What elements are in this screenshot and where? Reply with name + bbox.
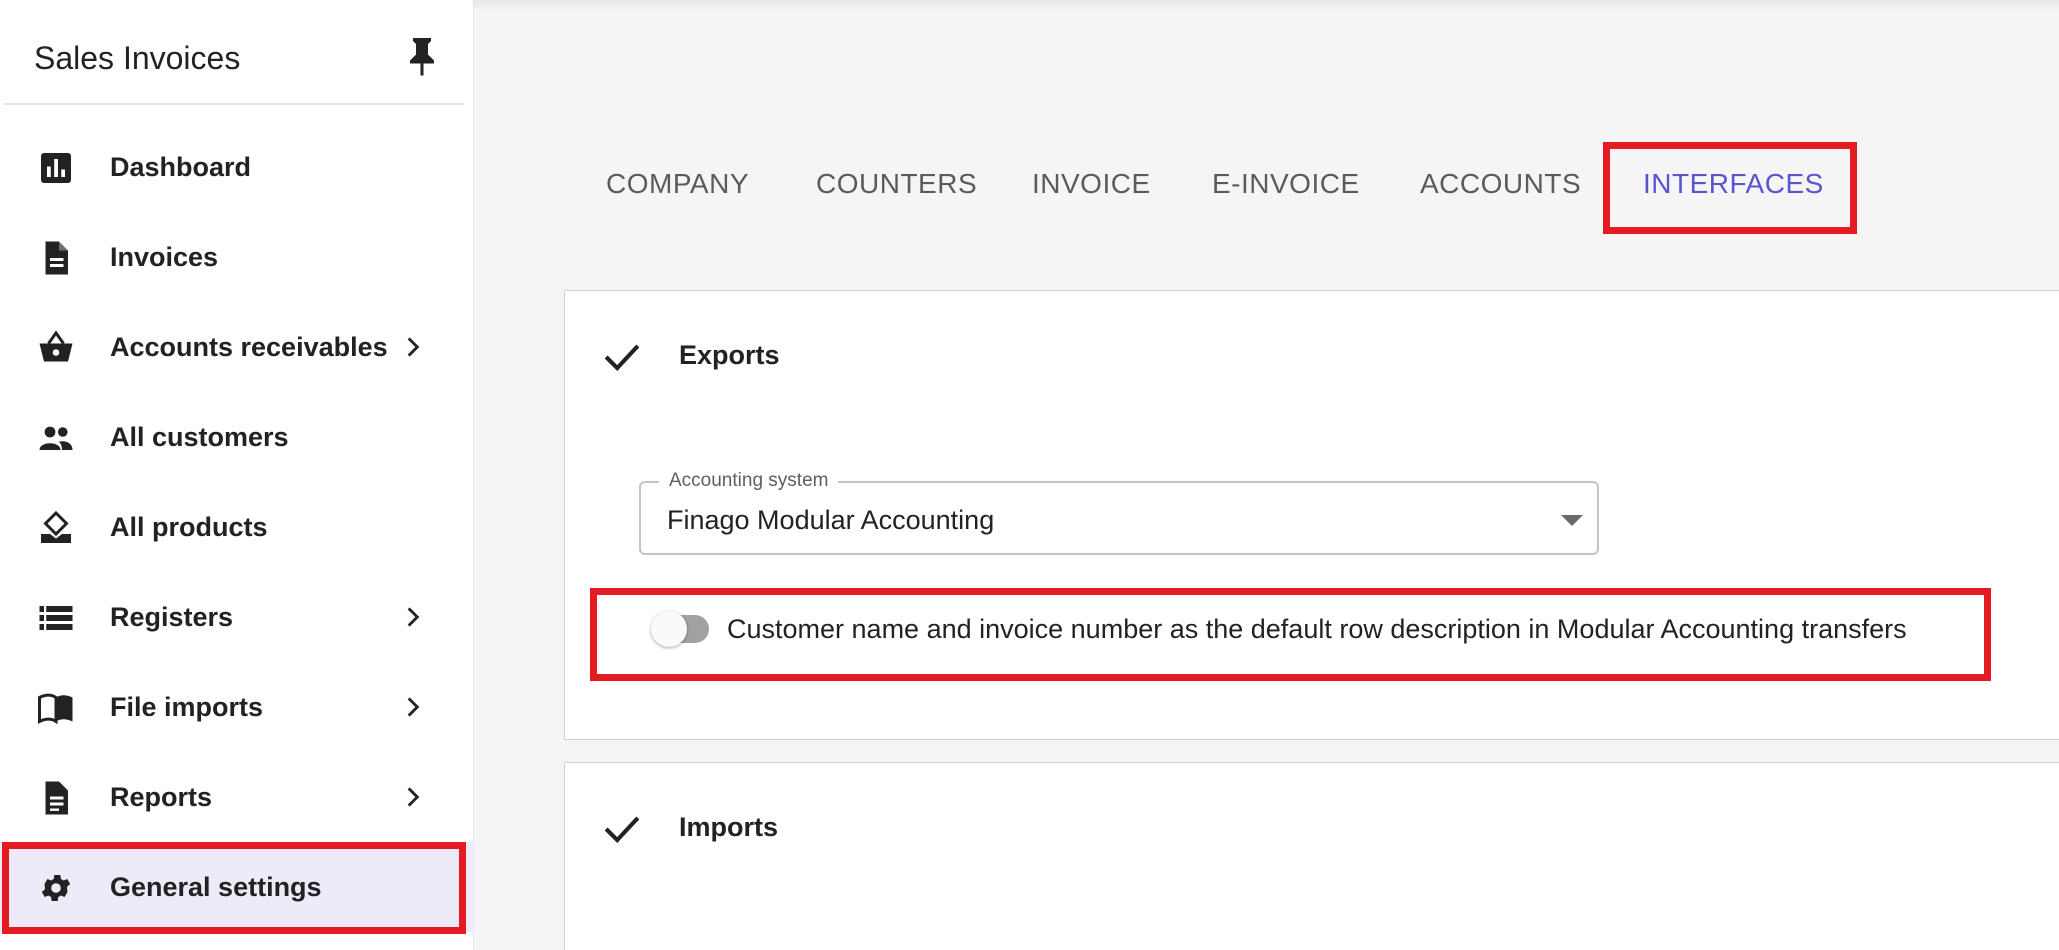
product-icon: [41, 510, 71, 543]
tab-counters[interactable]: COUNTERS: [816, 168, 977, 200]
settings-tabs: COMPANY COUNTERS INVOICE E-INVOICE ACCOU…: [560, 140, 2020, 230]
sidebar-item-dashboard[interactable]: Dashboard: [0, 122, 474, 212]
pin-icon[interactable]: [404, 34, 440, 78]
row-description-toggle[interactable]: [651, 611, 709, 647]
imports-title: Imports: [679, 812, 779, 842]
accounting-system-select[interactable]: Accounting system Finago Modular Account…: [639, 470, 1599, 555]
tab-interfaces[interactable]: INTERFACES: [1643, 168, 1824, 200]
sidebar-item-label: Accounts receivables: [110, 332, 388, 362]
tab-accounts[interactable]: ACCOUNTS: [1420, 168, 1581, 200]
people-icon: [39, 426, 73, 450]
dropdown-arrow-icon: [1561, 515, 1583, 526]
sidebar-item-label: General settings: [110, 872, 322, 902]
sidebar-item-accounts-receivables[interactable]: Accounts receivables: [0, 302, 474, 392]
sidebar-item-registers[interactable]: Registers: [0, 572, 474, 662]
sidebar-item-general-settings[interactable]: General settings: [0, 842, 474, 932]
tab-e-invoice[interactable]: E-INVOICE: [1212, 168, 1360, 200]
sidebar-item-label: All customers: [110, 422, 289, 452]
chevron-right-icon: [407, 337, 420, 357]
exports-title: Exports: [679, 340, 780, 370]
sidebar-item-label: All products: [110, 512, 268, 542]
tab-invoice[interactable]: INVOICE: [1032, 168, 1151, 200]
sidebar-item-invoices[interactable]: Invoices: [0, 212, 474, 302]
tab-company[interactable]: COMPANY: [606, 168, 749, 200]
row-description-toggle-row: Customer name and invoice number as the …: [635, 601, 2025, 651]
sidebar-item-all-products[interactable]: All products: [0, 482, 474, 572]
basket-icon: [39, 330, 73, 362]
sidebar-item-label: Reports: [110, 782, 213, 812]
check-icon: [604, 816, 640, 844]
app-window: Sales Invoices Dashboard Invoices Accoun…: [0, 0, 2059, 950]
chevron-right-icon: [407, 697, 420, 717]
sidebar-item-label: Registers: [110, 602, 234, 632]
exports-card: Exports Accounting system Finago Modular…: [564, 290, 2059, 740]
toggle-knob: [651, 611, 687, 647]
accounting-system-label: Accounting system: [659, 470, 839, 492]
document-icon: [45, 241, 68, 275]
imports-card: Imports: [564, 762, 2059, 950]
sidebar-item-reports[interactable]: Reports: [0, 752, 474, 842]
report-icon: [45, 781, 68, 815]
book-icon: [38, 693, 73, 725]
sidebar-header: Sales Invoices: [4, 10, 464, 105]
sidebar-item-label: File imports: [110, 692, 264, 722]
gear-icon: [41, 874, 71, 902]
list-icon: [39, 606, 73, 630]
app-title: Sales Invoices: [34, 40, 241, 76]
chevron-right-icon: [407, 607, 420, 627]
sidebar-item-file-imports[interactable]: File imports: [0, 662, 474, 752]
row-description-toggle-label: Customer name and invoice number as the …: [727, 614, 1907, 644]
sidebar-item-label: Dashboard: [110, 152, 252, 182]
sidebar-item-label: Invoices: [110, 242, 219, 272]
chevron-right-icon: [407, 787, 420, 807]
sidebar-item-all-customers[interactable]: All customers: [0, 392, 474, 482]
accounting-system-value: Finago Modular Accounting: [667, 505, 995, 535]
check-icon: [604, 344, 640, 372]
bar-chart-icon: [41, 153, 71, 183]
sidebar: Sales Invoices Dashboard Invoices Accoun…: [0, 0, 474, 950]
top-shadow-bar: [474, 0, 2059, 10]
